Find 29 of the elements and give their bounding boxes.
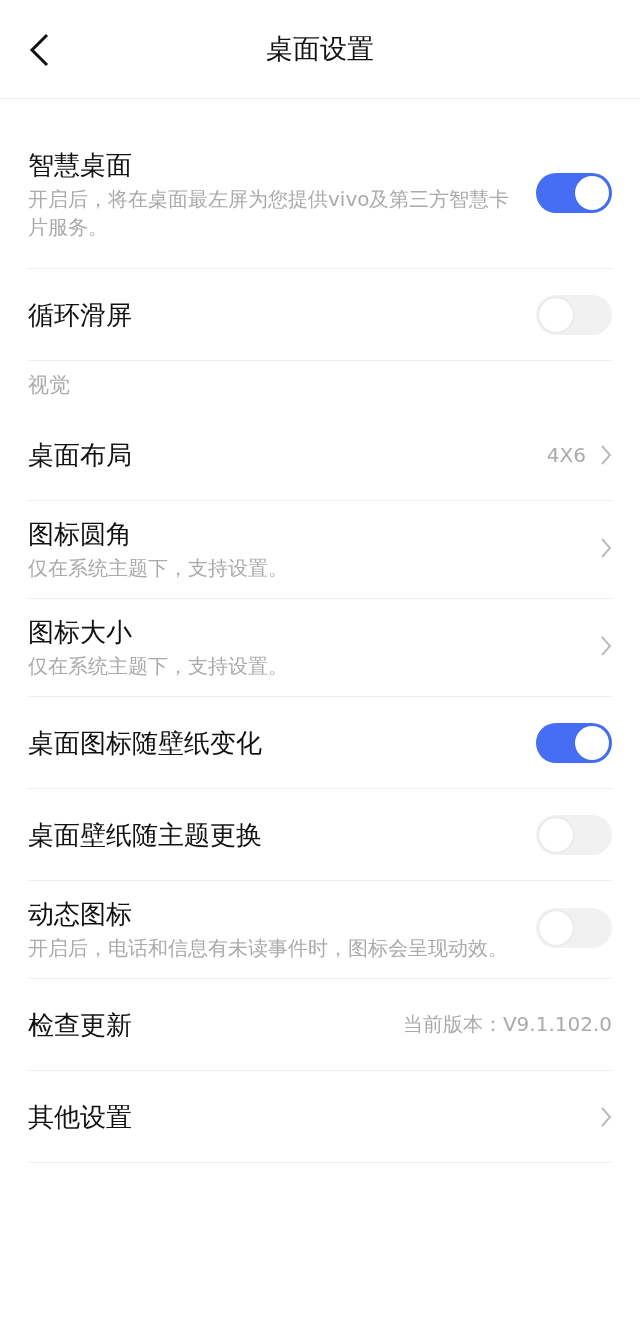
setting-description: 开启后，电话和信息有未读事件时，图标会呈现动效。 — [28, 934, 508, 962]
toggle-switch[interactable] — [536, 294, 612, 335]
toggle-switch[interactable] — [536, 907, 612, 948]
setting-title: 桌面布局 — [28, 438, 132, 472]
page-title: 桌面设置 — [266, 32, 374, 66]
chevron-right-icon[interactable] — [600, 1105, 612, 1128]
setting-title: 动态图标 — [28, 897, 133, 931]
setting-description: 仅在系统主题下，支持设置。 — [28, 652, 288, 680]
setting-description: 仅在系统主题下，支持设置。 — [28, 554, 288, 582]
setting-title: 循环滑屏 — [28, 298, 132, 332]
setting-title: 图标圆角 — [28, 517, 133, 551]
toggle-switch[interactable] — [536, 814, 612, 855]
setting-title: 图标大小 — [28, 615, 133, 649]
setting-title: 桌面图标随壁纸变化 — [28, 726, 262, 760]
setting-description: 开启后，将在桌面最左屏为您提供vivo及第三方智慧卡片服务。 — [28, 185, 511, 241]
chevron-right-icon[interactable] — [600, 536, 612, 559]
setting-title: 桌面壁纸随主题更换 — [28, 818, 262, 852]
back-button[interactable] — [28, 33, 50, 67]
setting-title: 检查更新 — [28, 1008, 132, 1042]
setting-title: 智慧桌面 — [28, 148, 133, 182]
back-icon — [28, 33, 50, 67]
chevron-right-icon[interactable] — [600, 443, 612, 466]
version-text: 当前版本：V9.1.102.0 — [402, 1011, 612, 1038]
setting-value: 4X6 — [546, 442, 586, 467]
section-label: 视觉 — [28, 372, 70, 399]
toggle-switch[interactable] — [536, 172, 612, 213]
chevron-right-icon[interactable] — [600, 634, 612, 657]
setting-title: 其他设置 — [28, 1100, 132, 1134]
toggle-switch[interactable] — [536, 722, 612, 763]
